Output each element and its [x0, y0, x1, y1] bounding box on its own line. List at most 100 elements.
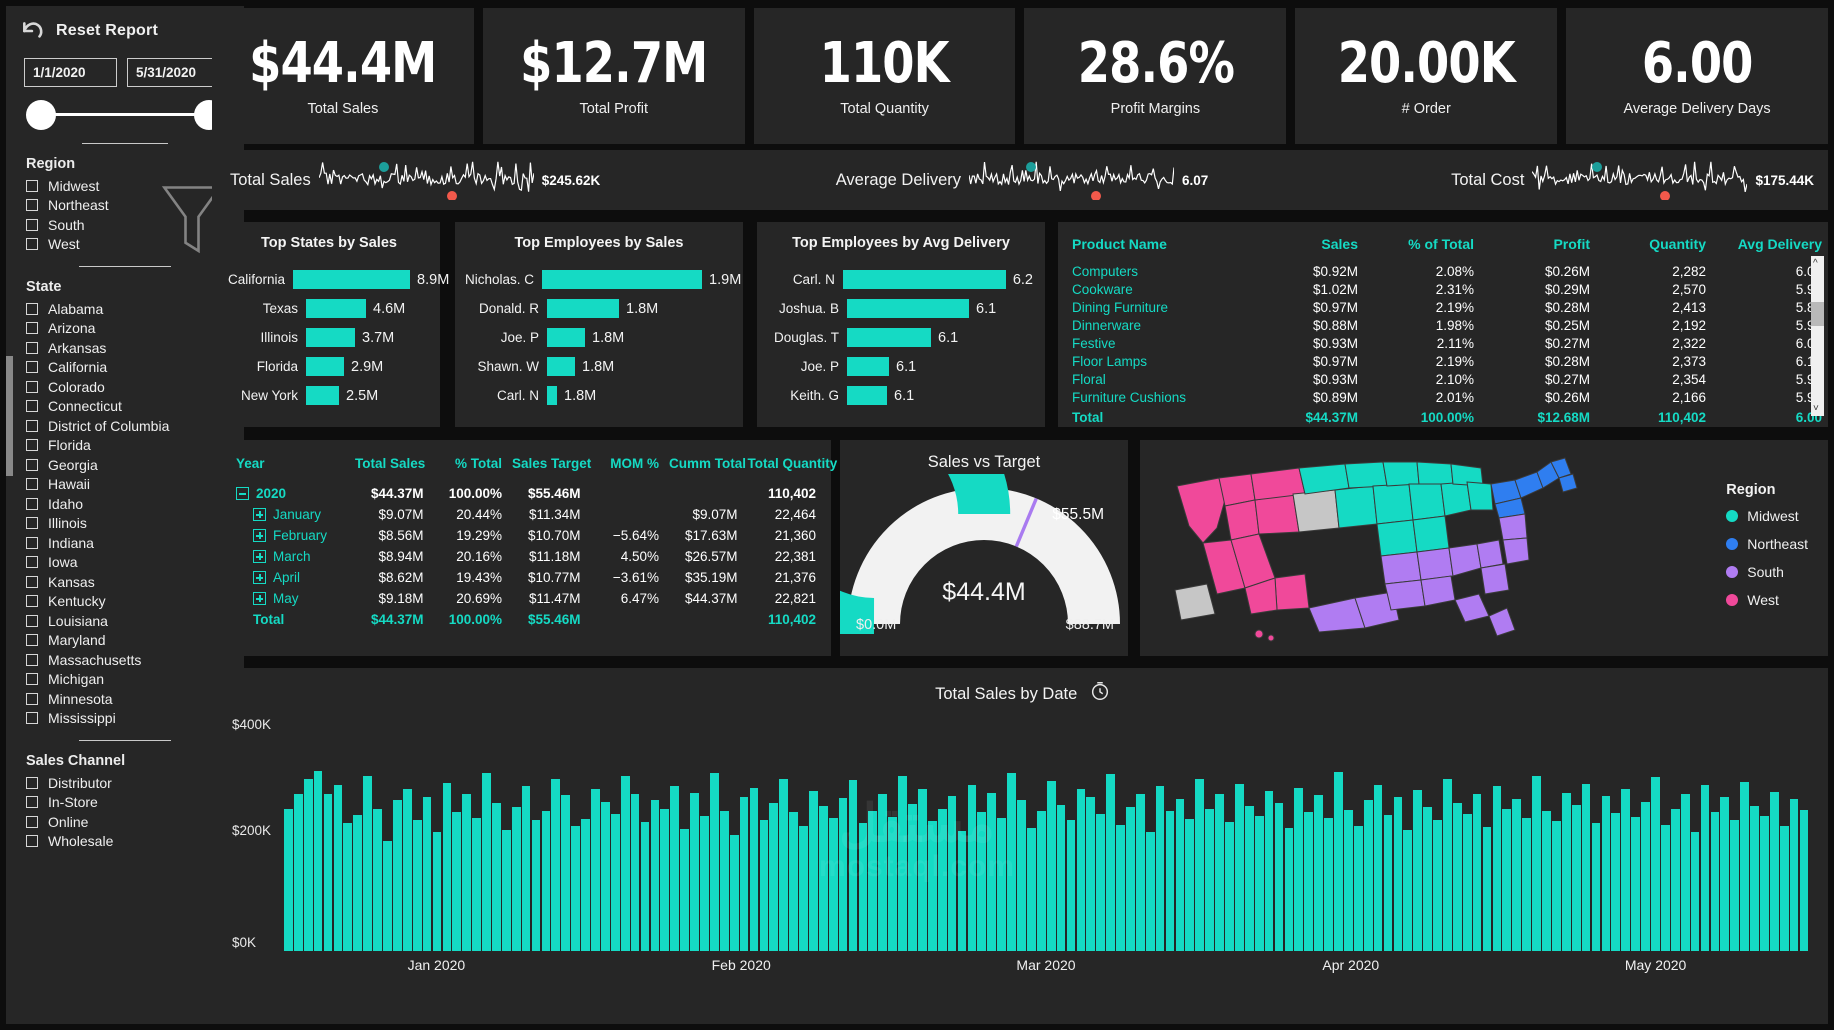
sales-date-bar[interactable] — [1285, 828, 1294, 951]
sales-date-bar[interactable] — [1324, 818, 1333, 951]
sales-channel-filter-item-wholesale[interactable]: Wholesale — [26, 832, 244, 852]
checkbox-icon[interactable] — [26, 180, 38, 192]
sales-date-bar[interactable] — [601, 802, 610, 951]
sales-date-bar[interactable] — [809, 791, 818, 951]
state-filter-item-alabama[interactable]: Alabama — [26, 299, 244, 319]
sales-date-bar[interactable] — [789, 812, 798, 951]
sales-date-bar[interactable] — [443, 783, 452, 951]
sales-date-bar[interactable] — [1037, 811, 1046, 951]
matrix-col-header[interactable]: MOM % — [586, 454, 665, 483]
sales-date-bar[interactable] — [611, 814, 620, 951]
matrix-row[interactable]: April$8.62M19.43%$10.77M−3.61%$35.19M21,… — [230, 567, 821, 588]
checkbox-icon[interactable] — [26, 420, 38, 432]
matrix-col-header[interactable]: Total Sales — [350, 454, 429, 483]
sidebar-scrollbar[interactable] — [6, 356, 13, 476]
sales-date-bar[interactable] — [928, 821, 937, 951]
sales-date-bar[interactable] — [849, 780, 858, 951]
sales-date-bar[interactable] — [363, 776, 372, 951]
sales-date-bar[interactable] — [353, 815, 362, 951]
sales-date-bar[interactable] — [294, 794, 303, 951]
checkbox-icon[interactable] — [26, 576, 38, 588]
sales-date-bar[interactable] — [1067, 820, 1076, 951]
matrix-row-label-cell[interactable]: April — [230, 567, 350, 588]
sales-date-bar[interactable] — [1195, 779, 1204, 952]
sales-date-bar[interactable] — [1245, 806, 1254, 951]
sales-date-bar[interactable] — [1275, 803, 1284, 951]
sales-date-bar[interactable] — [1790, 799, 1799, 951]
top-employee-delivery-row[interactable]: Keith. G6.1 — [767, 381, 1033, 410]
sales-date-bar[interactable] — [542, 811, 551, 951]
checkbox-icon[interactable] — [26, 199, 38, 211]
sales-date-bar[interactable] — [1374, 785, 1383, 951]
state-filter-item-minnesota[interactable]: Minnesota — [26, 689, 244, 709]
sales-date-bar[interactable] — [1433, 820, 1442, 951]
product-table-row[interactable]: Floral$0.93M2.10%$0.27M2,3545.97 — [1058, 370, 1828, 388]
expand-icon[interactable] — [253, 571, 266, 584]
scroll-up-icon[interactable]: ^ — [1813, 258, 1818, 269]
expand-icon[interactable] — [253, 529, 266, 542]
sales-channel-filter-item-online[interactable]: Online — [26, 812, 244, 832]
sales-date-bar[interactable] — [1344, 810, 1353, 951]
sales-date-bar[interactable] — [1512, 799, 1521, 951]
sales-date-bar[interactable] — [433, 832, 442, 951]
checkbox-icon[interactable] — [26, 712, 38, 724]
sales-date-bar[interactable] — [651, 800, 660, 951]
date-range-slider[interactable] — [6, 87, 244, 131]
checkbox-icon[interactable] — [26, 835, 38, 847]
sales-date-bar[interactable] — [1740, 782, 1749, 951]
sales-date-bar[interactable] — [1077, 789, 1086, 951]
sales-date-bar[interactable] — [1602, 796, 1611, 951]
sales-date-bar[interactable] — [918, 789, 927, 951]
top-employee-sales-row[interactable]: Carl. N1.8M — [465, 381, 731, 410]
sales-date-bar[interactable] — [878, 794, 887, 951]
sales-date-bar[interactable] — [769, 803, 778, 951]
product-table-row[interactable]: Cookware$1.02M2.31%$0.29M2,5705.97 — [1058, 280, 1828, 298]
sales-date-bar[interactable] — [710, 773, 719, 951]
sales-date-bar[interactable] — [591, 789, 600, 951]
sales-date-bar[interactable] — [1136, 794, 1145, 951]
sales-date-bar[interactable] — [1007, 773, 1016, 951]
checkbox-icon[interactable] — [26, 673, 38, 685]
region-filter-item-west[interactable]: West — [26, 235, 244, 255]
checkbox-icon[interactable] — [26, 556, 38, 568]
matrix-row-label-cell[interactable]: Total — [230, 609, 350, 630]
sales-date-bar[interactable] — [908, 804, 917, 951]
sales-date-bar[interactable] — [730, 835, 739, 951]
state-filter-item-arizona[interactable]: Arizona — [26, 319, 244, 339]
top-state-row[interactable]: Texas4.6M — [228, 294, 428, 323]
sales-date-bar[interactable] — [1116, 825, 1125, 952]
sales-date-bar[interactable] — [502, 830, 511, 951]
sales-date-bar[interactable] — [1225, 822, 1234, 951]
sales-date-bar[interactable] — [512, 807, 521, 951]
sales-date-bar[interactable] — [1552, 821, 1561, 951]
matrix-row[interactable]: February$8.56M19.29%$10.70M−5.64%$17.63M… — [230, 525, 821, 546]
state-filter-item-arkansas[interactable]: Arkansas — [26, 338, 244, 358]
top-state-row[interactable]: Florida2.9M — [228, 352, 428, 381]
checkbox-icon[interactable] — [26, 595, 38, 607]
state-filter-item-florida[interactable]: Florida — [26, 436, 244, 456]
sales-date-bar[interactable] — [1294, 788, 1303, 951]
checkbox-icon[interactable] — [26, 693, 38, 705]
sales-date-bar[interactable] — [1384, 815, 1393, 951]
sales-date-bar[interactable] — [1800, 810, 1809, 951]
sales-date-bar[interactable] — [403, 789, 412, 951]
sales-channel-filter-item-distributor[interactable]: Distributor — [26, 773, 244, 793]
checkbox-icon[interactable] — [26, 219, 38, 231]
checkbox-icon[interactable] — [26, 537, 38, 549]
sales-date-bar[interactable] — [1017, 800, 1026, 951]
sales-date-bar[interactable] — [621, 776, 630, 951]
reset-report-button[interactable]: Reset Report — [6, 6, 244, 48]
expand-icon[interactable] — [253, 592, 266, 605]
sales-date-bar[interactable] — [492, 803, 501, 951]
date-to-input[interactable]: 5/31/2020 — [127, 58, 220, 87]
sales-date-bar[interactable] — [561, 795, 570, 951]
sales-date-bar[interactable] — [958, 831, 967, 951]
slider-handle-left[interactable] — [26, 100, 56, 130]
sales-date-bar[interactable] — [1423, 807, 1432, 951]
state-filter-item-california[interactable]: California — [26, 358, 244, 378]
checkbox-icon[interactable] — [26, 238, 38, 250]
sales-date-bar[interactable] — [1502, 809, 1511, 951]
sales-date-bar[interactable] — [1156, 786, 1165, 951]
scroll-down-icon[interactable]: ˅ — [1813, 403, 1819, 414]
sales-date-bar[interactable] — [1780, 826, 1789, 951]
